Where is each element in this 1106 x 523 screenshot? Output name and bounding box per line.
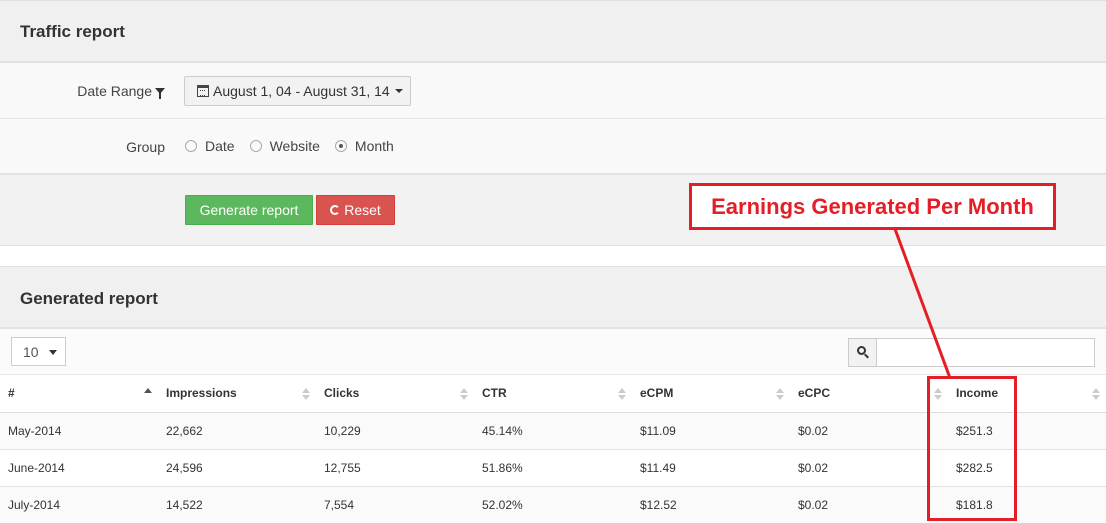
column-header-index[interactable]: #: [0, 375, 158, 413]
cell-impressions: 22,662: [158, 412, 316, 450]
search-icon[interactable]: [849, 339, 877, 366]
cell-ctr: 45.14%: [474, 412, 632, 450]
traffic-report-header: Traffic report: [0, 0, 1106, 63]
cell-income: $181.8: [948, 486, 1106, 523]
cell-clicks: 10,229: [316, 412, 474, 450]
generated-report-title: Generated report: [20, 289, 158, 308]
sort-asc-icon: [144, 388, 152, 400]
column-header-label: Income: [956, 386, 999, 401]
cell-ecpm: $12.52: [632, 486, 790, 523]
column-header-ecpm[interactable]: eCPM: [632, 375, 790, 413]
column-header-label: Clicks: [324, 386, 360, 401]
radio-date[interactable]: [185, 140, 197, 152]
select-arrow-icon: [49, 350, 57, 355]
table-row: May-2014 22,662 10,229 45.14% $11.09 $0.…: [0, 412, 1106, 450]
table-toolbar: 10: [0, 329, 1106, 375]
page-size-value: 10: [23, 344, 39, 360]
cell-income: $282.5: [948, 449, 1106, 487]
page-size-select[interactable]: 10: [11, 337, 66, 366]
refresh-icon: [330, 205, 341, 215]
sort-icon: [460, 388, 468, 400]
cell-ctr: 52.02%: [474, 486, 632, 523]
cell-month: July-2014: [0, 486, 158, 523]
column-header-clicks[interactable]: Clicks: [316, 375, 474, 413]
column-header-label: eCPM: [640, 386, 674, 401]
cell-ecpc: $0.02: [790, 449, 948, 487]
table-row: June-2014 24,596 12,755 51.86% $11.49 $0…: [0, 449, 1106, 487]
cell-income: $251.3: [948, 412, 1106, 450]
table-header-row: # Impressions Clicks CTR eCPM eCPC Incom…: [0, 375, 1106, 413]
generate-report-button[interactable]: Generate report: [185, 195, 313, 225]
column-header-label: #: [8, 386, 15, 401]
column-header-label: Impressions: [166, 386, 237, 401]
filter-icon: [155, 88, 165, 99]
radio-website-label: Website: [269, 138, 320, 154]
column-header-income[interactable]: Income: [948, 375, 1106, 413]
report-table: # Impressions Clicks CTR eCPM eCPC Incom…: [0, 375, 1106, 523]
table-search: [848, 338, 1095, 367]
annotation-text: Earnings Generated Per Month: [711, 193, 1034, 219]
search-input[interactable]: [878, 339, 1094, 366]
cell-ecpm: $11.09: [632, 412, 790, 450]
reset-button[interactable]: Reset: [316, 195, 395, 225]
sort-icon: [934, 388, 942, 400]
column-header-label: eCPC: [798, 386, 831, 401]
radio-website[interactable]: [249, 140, 262, 152]
date-range-label: Date Range: [77, 83, 152, 99]
date-range-picker-button[interactable]: August 1, 04 - August 31, 14: [184, 76, 411, 106]
cell-ctr: 51.86%: [474, 449, 632, 487]
group-row: Group Date Website Month: [0, 119, 1106, 175]
group-option-month[interactable]: Month: [334, 138, 394, 154]
sort-icon: [618, 388, 626, 400]
sort-icon: [776, 388, 784, 400]
column-header-ecpc[interactable]: eCPC: [790, 375, 948, 413]
radio-month-label: Month: [354, 138, 394, 154]
column-header-label: CTR: [482, 386, 507, 401]
reset-label: Reset: [344, 202, 381, 218]
column-header-impressions[interactable]: Impressions: [158, 375, 316, 413]
date-range-label-wrap: Date Range: [77, 83, 165, 99]
cell-impressions: 14,522: [158, 486, 316, 523]
group-option-date[interactable]: Date: [185, 138, 235, 154]
cell-impressions: 24,596: [158, 449, 316, 487]
generate-report-label: Generate report: [199, 202, 299, 218]
cell-ecpc: $0.02: [790, 412, 948, 450]
cell-clicks: 12,755: [316, 449, 474, 487]
caret-down-icon: [394, 89, 403, 93]
cell-ecpc: $0.02: [790, 486, 948, 523]
cell-month: June-2014: [0, 449, 158, 487]
cell-ecpm: $11.49: [632, 449, 790, 487]
group-radio-group: Date Website Month: [185, 138, 409, 154]
radio-month[interactable]: [334, 140, 347, 152]
radio-date-label: Date: [205, 138, 235, 154]
date-range-row: Date Range August 1, 04 - August 31, 14: [0, 63, 1106, 119]
annotation-callout: Earnings Generated Per Month: [689, 183, 1056, 230]
sort-icon: [1092, 388, 1100, 400]
group-option-website[interactable]: Website: [249, 138, 320, 154]
column-header-ctr[interactable]: CTR: [474, 375, 632, 413]
group-label: Group: [126, 139, 165, 155]
sort-icon: [302, 388, 310, 400]
generated-report-header: Generated report: [0, 266, 1106, 329]
table-row: July-2014 14,522 7,554 52.02% $12.52 $0.…: [0, 486, 1106, 523]
cell-month: May-2014: [0, 412, 158, 450]
traffic-report-title: Traffic report: [20, 22, 125, 41]
calendar-icon: [197, 85, 209, 97]
cell-clicks: 7,554: [316, 486, 474, 523]
date-range-value: August 1, 04 - August 31, 14: [213, 83, 390, 99]
